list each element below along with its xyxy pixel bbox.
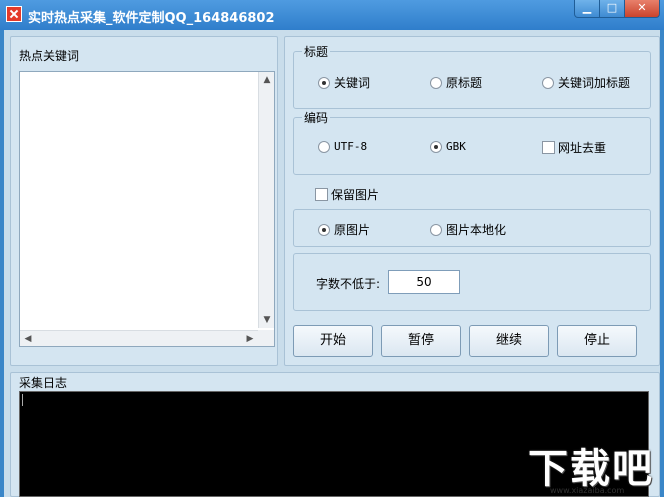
keyword-panel: 热点关键词 ▲ ▼ ◀ ▶ [10, 36, 278, 366]
encoding-group-legend: 编码 [302, 109, 331, 126]
radio-image-localize[interactable]: 图片本地化 [430, 221, 506, 238]
radio-dot[interactable] [430, 140, 442, 153]
scroll-up-icon[interactable]: ▲ [259, 72, 275, 88]
checkbox-box[interactable] [315, 188, 328, 201]
radio-label: 原图片 [334, 223, 371, 237]
radio-title-keyword[interactable]: 关键词 [318, 74, 370, 91]
pause-button[interactable]: 暂停 [381, 325, 461, 357]
checkbox-box[interactable] [542, 141, 555, 154]
window-title: 实时热点采集_软件定制QQ_164846802 [28, 11, 275, 26]
client-area: 热点关键词 ▲ ▼ ◀ ▶ 标题 关键词 原标题 关键词加标题 编码 UTF-8… [4, 30, 660, 497]
checkbox-label: 网址去重 [558, 141, 607, 155]
radio-image-original[interactable]: 原图片 [318, 221, 370, 238]
keyword-textarea[interactable]: ▲ ▼ ◀ ▶ [19, 71, 275, 347]
word-count-label: 字数不低于: [316, 277, 381, 291]
radio-title-keyword-plus-title[interactable]: 关键词加标题 [542, 74, 630, 91]
radio-dot[interactable] [430, 223, 442, 236]
start-button[interactable]: 开始 [293, 325, 373, 357]
keep-images-checkbox[interactable]: 保留图片 [315, 186, 379, 203]
word-count-input[interactable] [388, 270, 460, 294]
radio-label: 关键词加标题 [558, 76, 631, 90]
radio-encoding-gbk[interactable]: GBK [430, 140, 466, 153]
radio-dot[interactable] [542, 76, 554, 89]
title-group-legend: 标题 [302, 43, 331, 60]
app-icon [6, 6, 22, 22]
radio-dot[interactable] [318, 223, 330, 236]
radio-label: 原标题 [446, 76, 483, 90]
resume-button[interactable]: 继续 [469, 325, 549, 357]
scrollbar-corner [258, 330, 274, 346]
radio-label: 图片本地化 [446, 223, 507, 237]
vertical-scrollbar[interactable]: ▲ ▼ [258, 72, 274, 328]
keyword-label: 热点关键词 [19, 49, 80, 63]
stop-button[interactable]: 停止 [557, 325, 637, 357]
maximize-button[interactable]: □ [599, 0, 625, 18]
text-caret [22, 394, 23, 406]
log-label: 采集日志 [19, 376, 68, 390]
radio-title-original[interactable]: 原标题 [430, 74, 482, 91]
close-button[interactable]: ✕ [624, 0, 660, 18]
encoding-group: 编码 UTF-8 GBK 网址去重 [293, 109, 651, 175]
radio-dot[interactable] [318, 140, 330, 153]
radio-dot[interactable] [430, 76, 442, 89]
radio-label: GBK [446, 140, 466, 153]
radio-dot[interactable] [318, 76, 330, 89]
radio-encoding-utf8[interactable]: UTF-8 [318, 140, 367, 153]
word-count-group: 字数不低于: [293, 253, 651, 311]
radio-label: 关键词 [334, 76, 371, 90]
checkbox-label: 保留图片 [331, 188, 380, 202]
settings-panel: 标题 关键词 原标题 关键词加标题 编码 UTF-8 GBK 网址去重 保留图片… [284, 36, 660, 366]
url-dedup-checkbox[interactable]: 网址去重 [542, 139, 606, 156]
minimize-button[interactable]: ▁ [574, 0, 600, 18]
watermark-logo: 下载吧 www.xiazaiba.com [520, 434, 660, 495]
horizontal-scrollbar[interactable]: ◀ ▶ [20, 330, 258, 346]
radio-label: UTF-8 [334, 140, 368, 153]
scroll-right-icon[interactable]: ▶ [242, 331, 258, 347]
scroll-down-icon[interactable]: ▼ [259, 312, 275, 328]
scroll-left-icon[interactable]: ◀ [20, 331, 36, 347]
image-group: 原图片 图片本地化 [293, 209, 651, 247]
title-group: 标题 关键词 原标题 关键词加标题 [293, 43, 651, 109]
watermark-url: www.xiazaiba.com [550, 486, 625, 495]
title-bar[interactable]: 实时热点采集_软件定制QQ_164846802 ▁ □ ✕ [0, 0, 664, 30]
